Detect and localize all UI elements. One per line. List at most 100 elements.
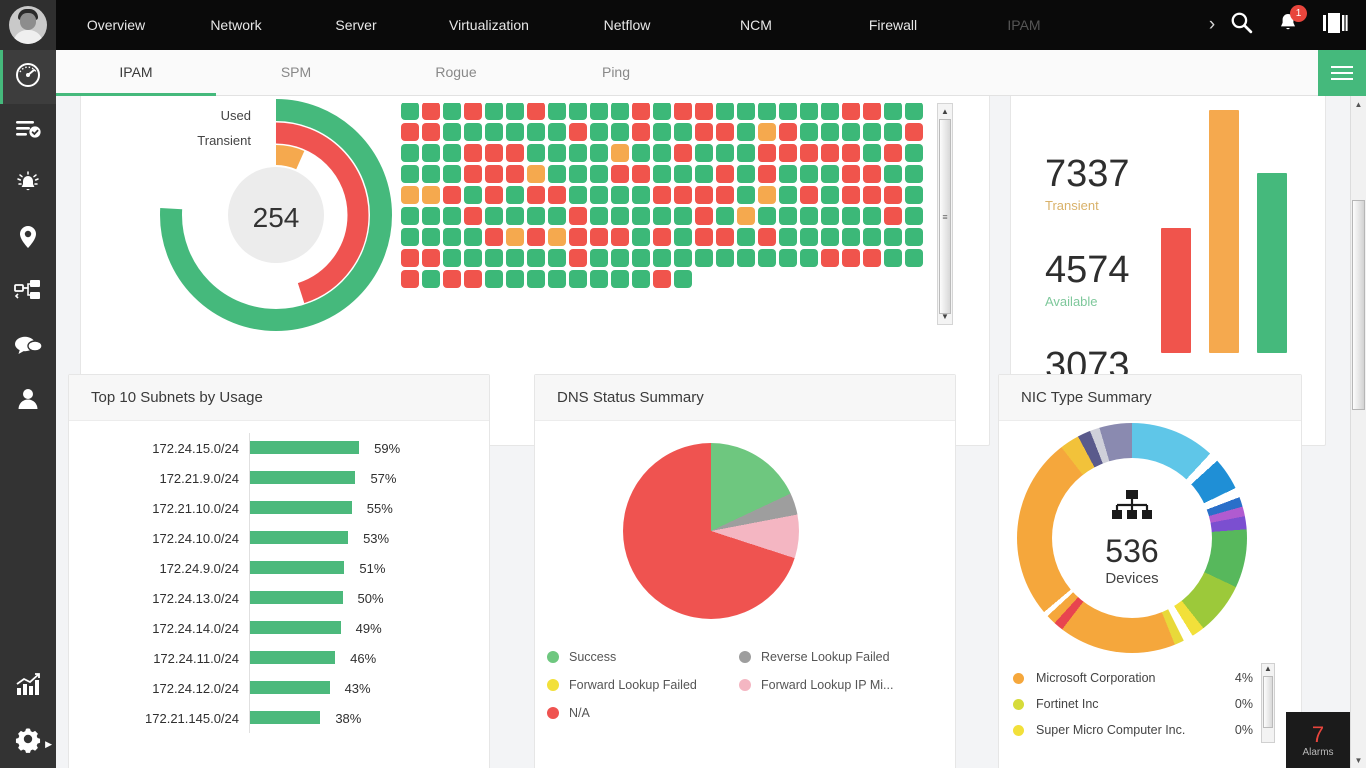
heatmap-cell[interactable]	[905, 165, 923, 183]
heatmap-cell[interactable]	[401, 165, 419, 183]
heatmap-cell[interactable]	[695, 103, 713, 120]
heatmap-cell[interactable]	[632, 207, 650, 225]
heatmap-cell[interactable]	[632, 228, 650, 246]
heatmap-cell[interactable]	[737, 144, 755, 162]
search-icon[interactable]	[1229, 10, 1254, 40]
heatmap-cell[interactable]	[716, 165, 734, 183]
heatmap-cell[interactable]	[821, 186, 839, 204]
heatmap-cell[interactable]	[695, 123, 713, 141]
subnet-row[interactable]: 172.24.12.0/24 43%	[69, 673, 491, 703]
heatmap-cell[interactable]	[569, 207, 587, 225]
sidebar-item-maps[interactable]	[0, 212, 56, 266]
heatmap-cell[interactable]	[905, 123, 923, 141]
heatmap-cell[interactable]	[737, 165, 755, 183]
heatmap-cell[interactable]	[842, 186, 860, 204]
heatmap-cell[interactable]	[905, 103, 923, 120]
heatmap-cell[interactable]	[443, 103, 461, 120]
heatmap-cell[interactable]	[695, 144, 713, 162]
heatmap-cell[interactable]	[464, 103, 482, 120]
heatmap-cell[interactable]	[779, 103, 797, 120]
heatmap-cell[interactable]	[737, 103, 755, 120]
heatmap-cell[interactable]	[821, 228, 839, 246]
subnet-row[interactable]: 172.21.9.0/24 57%	[69, 463, 491, 493]
heatmap-cell[interactable]	[506, 165, 524, 183]
heatmap-cell[interactable]	[464, 270, 482, 288]
heatmap-cell[interactable]	[611, 103, 629, 120]
heatmap-cell[interactable]	[527, 165, 545, 183]
heatmap-cell[interactable]	[632, 123, 650, 141]
dns-legend-item[interactable]: Forward Lookup IP Mi...	[739, 671, 931, 699]
heatmap-cell[interactable]	[863, 123, 881, 141]
heatmap-cell[interactable]	[506, 123, 524, 141]
heatmap-cell[interactable]	[863, 228, 881, 246]
heatmap-cell[interactable]	[611, 249, 629, 267]
heatmap-cell[interactable]	[632, 144, 650, 162]
heatmap-cell[interactable]	[653, 270, 671, 288]
heatmap-cell[interactable]	[548, 270, 566, 288]
heatmap-cell[interactable]	[569, 103, 587, 120]
heatmap-cell[interactable]	[821, 144, 839, 162]
page-scroll-down-icon[interactable]: ▼	[1351, 752, 1366, 768]
heatmap-grid[interactable]	[401, 103, 931, 288]
dns-legend-item[interactable]: Success	[547, 643, 739, 671]
heatmap-cell[interactable]	[506, 270, 524, 288]
heatmap-cell[interactable]	[863, 165, 881, 183]
heatmap-cell[interactable]	[779, 249, 797, 267]
heatmap-cell[interactable]	[674, 144, 692, 162]
heatmap-cell[interactable]	[821, 103, 839, 120]
panel-layout-icon[interactable]	[1322, 12, 1348, 39]
heatmap-cell[interactable]	[590, 207, 608, 225]
heatmap-cell[interactable]	[506, 144, 524, 162]
heatmap-cell[interactable]	[842, 249, 860, 267]
avatar[interactable]	[0, 0, 56, 50]
settings-expand-caret-icon[interactable]: ▶	[45, 739, 52, 750]
heatmap-cell[interactable]	[401, 103, 419, 120]
heatmap-cell[interactable]	[632, 103, 650, 120]
heatmap-cell[interactable]	[863, 186, 881, 204]
subnet-row[interactable]: 172.24.13.0/24 50%	[69, 583, 491, 613]
heatmap-cell[interactable]	[569, 123, 587, 141]
heatmap-cell[interactable]	[401, 207, 419, 225]
heatmap-cell[interactable]	[695, 207, 713, 225]
heatmap-cell[interactable]	[443, 186, 461, 204]
heatmap-cell[interactable]	[674, 249, 692, 267]
heatmap-cell[interactable]	[674, 186, 692, 204]
heatmap-cell[interactable]	[464, 165, 482, 183]
sidebar-item-inventory[interactable]	[0, 104, 56, 158]
heatmap-cell[interactable]	[863, 249, 881, 267]
heatmap-cell[interactable]	[674, 103, 692, 120]
heatmap-cell[interactable]	[527, 103, 545, 120]
heatmap-cell[interactable]	[611, 144, 629, 162]
heatmap-cell[interactable]	[758, 123, 776, 141]
heatmap-cell[interactable]	[422, 103, 440, 120]
heatmap-cell[interactable]	[863, 144, 881, 162]
heatmap-cell[interactable]	[779, 228, 797, 246]
heatmap-cell[interactable]	[674, 228, 692, 246]
heatmap-cell[interactable]	[464, 123, 482, 141]
heatmap-cell[interactable]	[653, 186, 671, 204]
heatmap-cell[interactable]	[590, 186, 608, 204]
dns-legend-item[interactable]: Reverse Lookup Failed	[739, 643, 931, 671]
heatmap-scroll-up-icon[interactable]: ▲	[938, 104, 952, 119]
heatmap-cell[interactable]	[653, 249, 671, 267]
heatmap-cell[interactable]	[422, 165, 440, 183]
heatmap-cell[interactable]	[485, 123, 503, 141]
heatmap-cell[interactable]	[800, 123, 818, 141]
tab-rogue[interactable]: Rogue	[376, 50, 536, 95]
heatmap-cell[interactable]	[548, 228, 566, 246]
heatmap-cell[interactable]	[842, 144, 860, 162]
heatmap-cell[interactable]	[884, 249, 902, 267]
heatmap-cell[interactable]	[422, 144, 440, 162]
heatmap-cell[interactable]	[800, 186, 818, 204]
heatmap-cell[interactable]	[548, 249, 566, 267]
heatmap-cell[interactable]	[653, 165, 671, 183]
heatmap-cell[interactable]	[800, 165, 818, 183]
heatmap-cell[interactable]	[569, 270, 587, 288]
heatmap-cell[interactable]	[716, 144, 734, 162]
heatmap-cell[interactable]	[527, 123, 545, 141]
heatmap-cell[interactable]	[611, 228, 629, 246]
heatmap-cell[interactable]	[800, 207, 818, 225]
heatmap-cell[interactable]	[779, 123, 797, 141]
heatmap-cell[interactable]	[401, 186, 419, 204]
heatmap-cell[interactable]	[758, 207, 776, 225]
